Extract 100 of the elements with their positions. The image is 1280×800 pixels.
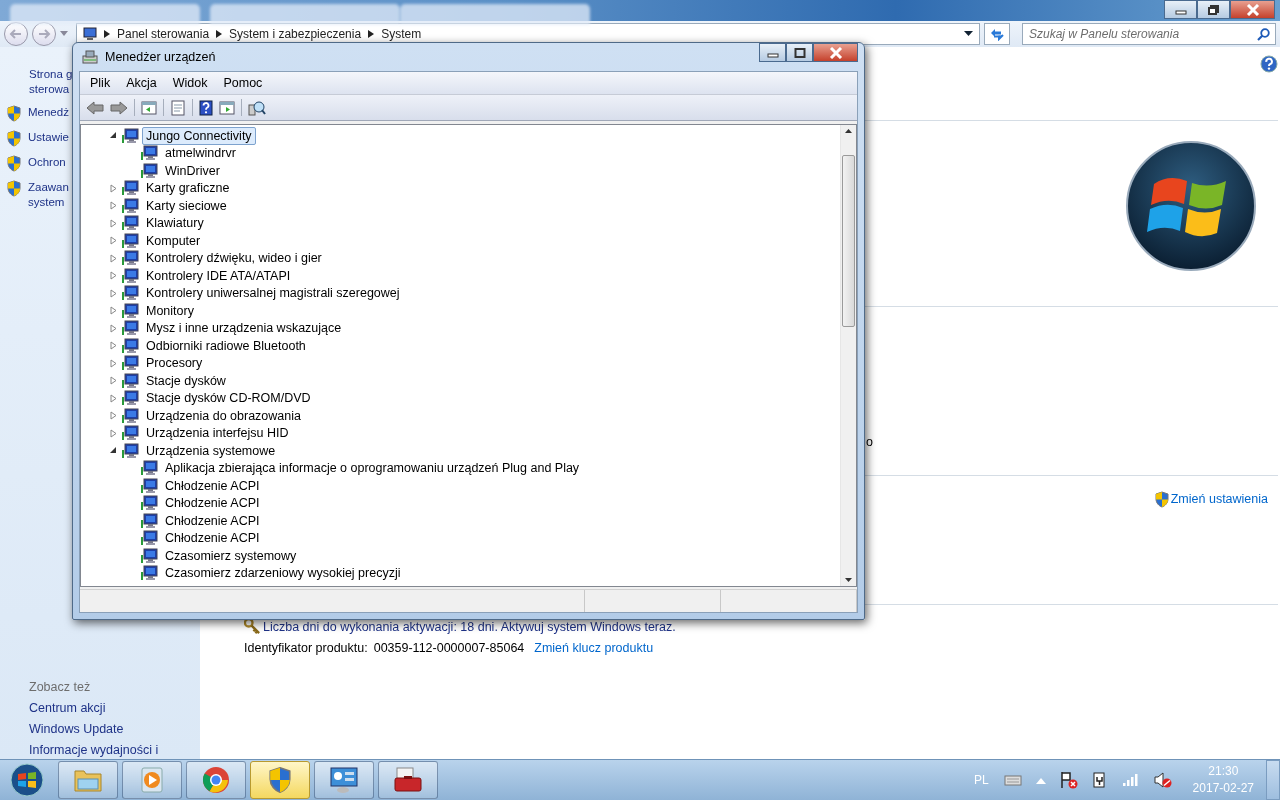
menu-item[interactable]: Widok bbox=[166, 76, 214, 90]
menu-item[interactable]: Akcja bbox=[120, 76, 163, 90]
collapsed-icon[interactable] bbox=[109, 306, 118, 316]
restore-icon bbox=[1207, 4, 1220, 15]
action-pane-icon[interactable] bbox=[219, 100, 235, 115]
search-icon bbox=[1257, 28, 1270, 41]
collapsed-icon[interactable] bbox=[109, 288, 118, 298]
sidebar-link[interactable]: Ustawie bbox=[28, 130, 69, 145]
dropdown-icon[interactable] bbox=[964, 31, 973, 37]
tree-item[interactable]: Kontrolery uniwersalnej magistrali szeregowej bbox=[142, 284, 404, 303]
tree-item[interactable]: Czasomierz systemowy bbox=[161, 546, 301, 565]
expanded-icon[interactable] bbox=[109, 131, 118, 141]
sidebar-link[interactable]: Windows Update bbox=[29, 722, 200, 736]
collapsed-icon[interactable] bbox=[109, 271, 118, 281]
maximize-button[interactable] bbox=[786, 43, 813, 62]
keyboard-icon[interactable] bbox=[1003, 774, 1022, 786]
sidebar-link[interactable]: sterowa bbox=[29, 82, 70, 97]
breadcrumb-item[interactable]: System bbox=[381, 27, 422, 41]
tree-item[interactable]: Aplikacja zbierająca informacje o oprogramowaniu urządzeń Plug and Play bbox=[161, 459, 584, 478]
collapsed-icon[interactable] bbox=[109, 393, 118, 403]
taskbar-button[interactable] bbox=[250, 761, 310, 799]
scroll-thumb[interactable] bbox=[842, 155, 855, 327]
sidebar-link[interactable]: Menedż bbox=[28, 105, 69, 120]
collapsed-icon[interactable] bbox=[109, 341, 118, 351]
refresh-button[interactable] bbox=[984, 23, 1010, 45]
menu-item[interactable]: Plik bbox=[84, 76, 117, 90]
console-tree-icon[interactable] bbox=[141, 100, 157, 115]
collapsed-icon[interactable] bbox=[109, 236, 118, 246]
tree-item[interactable]: Mysz i inne urządzenia wskazujące bbox=[142, 319, 346, 338]
tree-item[interactable]: Czasomierz zdarzeniowy wysokiej precyzji bbox=[161, 564, 405, 583]
tree-item[interactable]: Chłodzenie ACPI bbox=[161, 476, 264, 495]
tree-item[interactable]: Karty graficzne bbox=[142, 179, 234, 198]
tree-item[interactable]: atmelwindrvr bbox=[161, 144, 240, 163]
activation-link[interactable]: Liczba dni do wykonania aktywacji: 18 dni. Aktywuj system Windows teraz. bbox=[263, 619, 676, 634]
tree-item[interactable]: WinDriver bbox=[161, 161, 224, 180]
tree-item[interactable]: Odbiorniki radiowe Bluetooth bbox=[142, 336, 310, 355]
tree-item[interactable]: Stacje dysków CD-ROM/DVD bbox=[142, 389, 315, 408]
tree-item[interactable]: Chłodzenie ACPI bbox=[161, 494, 264, 513]
sidebar-link[interactable]: Strona g bbox=[29, 67, 73, 82]
collapsed-icon[interactable] bbox=[109, 411, 118, 421]
history-dropdown-icon[interactable] bbox=[60, 31, 68, 37]
collapsed-icon[interactable] bbox=[109, 358, 118, 368]
menu-item[interactable]: Pomoc bbox=[217, 76, 269, 90]
search-field[interactable]: Szukaj w Panelu sterowania bbox=[1022, 23, 1276, 45]
tree-item[interactable]: Jungo Connectivity bbox=[142, 126, 256, 145]
tree-item[interactable]: Stacje dysków bbox=[142, 371, 230, 390]
collapsed-icon[interactable] bbox=[109, 253, 118, 263]
taskbar-button[interactable] bbox=[378, 761, 438, 799]
collapsed-icon[interactable] bbox=[109, 428, 118, 438]
minimize-button[interactable] bbox=[759, 43, 786, 62]
tree-item[interactable]: Klawiatury bbox=[142, 214, 208, 233]
expanded-icon[interactable] bbox=[109, 446, 118, 456]
sidebar-link[interactable]: Centrum akcji bbox=[29, 701, 200, 715]
help-icon[interactable] bbox=[199, 99, 213, 116]
scrollbar[interactable] bbox=[840, 125, 856, 586]
signal-icon[interactable] bbox=[1121, 773, 1140, 787]
tree-item[interactable]: Kontrolery dźwięku, wideo i gier bbox=[142, 249, 326, 268]
collapsed-icon[interactable] bbox=[109, 218, 118, 228]
collapsed-icon[interactable] bbox=[109, 201, 118, 211]
collapsed-icon[interactable] bbox=[109, 183, 118, 193]
collapsed-icon[interactable] bbox=[109, 376, 118, 386]
show-desktop-button[interactable] bbox=[1266, 760, 1280, 800]
sidebar-link[interactable]: Zaawan bbox=[28, 180, 69, 195]
minimize-button[interactable] bbox=[1164, 0, 1197, 19]
close-button[interactable] bbox=[1230, 0, 1275, 19]
forward-arrow-icon[interactable] bbox=[110, 100, 128, 115]
collapsed-icon[interactable] bbox=[109, 323, 118, 333]
taskbar-button[interactable] bbox=[314, 761, 374, 799]
tree-item[interactable]: Komputer bbox=[142, 231, 205, 250]
tree-item[interactable]: Urządzenia systemowe bbox=[142, 441, 280, 460]
scan-hardware-icon[interactable] bbox=[248, 99, 266, 116]
close-button[interactable] bbox=[813, 43, 858, 62]
show-hidden-icons-icon[interactable] bbox=[1035, 776, 1046, 784]
tree-item[interactable]: Karty sieciowe bbox=[142, 196, 231, 215]
tree-item[interactable]: Monitory bbox=[142, 301, 198, 320]
monitor-icon bbox=[121, 372, 139, 389]
muted-speaker-icon[interactable] bbox=[1153, 772, 1172, 788]
power-plug-icon[interactable] bbox=[1091, 771, 1108, 789]
sidebar-link[interactable]: Informacje wydajności i bbox=[29, 743, 200, 757]
flag-icon[interactable] bbox=[1059, 771, 1078, 789]
sidebar-link[interactable]: system bbox=[28, 195, 65, 210]
tree-item[interactable]: Chłodzenie ACPI bbox=[161, 511, 264, 530]
sidebar-link[interactable]: Ochron bbox=[28, 155, 66, 170]
breadcrumb-item[interactable]: System i zabezpieczenia bbox=[229, 27, 362, 41]
control-panel-icon bbox=[329, 766, 359, 794]
tree-item[interactable]: Urządzenia interfejsu HID bbox=[142, 424, 293, 443]
back-arrow-icon[interactable] bbox=[86, 100, 104, 115]
taskbar-button[interactable] bbox=[186, 761, 246, 799]
tree-item[interactable]: Urządzenia do obrazowania bbox=[142, 406, 305, 425]
tree-item[interactable]: Procesory bbox=[142, 354, 207, 373]
change-settings-link[interactable]: Zmień ustawienia bbox=[1170, 492, 1268, 506]
folder-icon bbox=[73, 767, 103, 793]
change-key-link[interactable]: Zmień klucz produktu bbox=[534, 641, 654, 655]
breadcrumb-item[interactable]: Panel sterowania bbox=[117, 27, 210, 41]
tree-item[interactable]: Chłodzenie ACPI bbox=[161, 529, 264, 548]
monitor-icon bbox=[140, 512, 158, 529]
restore-button[interactable] bbox=[1197, 0, 1230, 19]
properties-icon[interactable] bbox=[170, 99, 186, 116]
tree-item[interactable]: Kontrolery IDE ATA/ATAPI bbox=[142, 266, 295, 285]
help-icon[interactable] bbox=[1260, 55, 1278, 73]
